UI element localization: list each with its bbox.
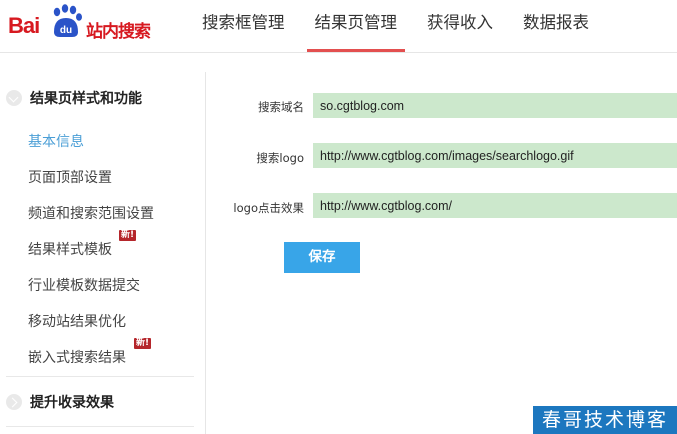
tab-results-page-management[interactable]: 结果页管理 [303, 0, 410, 52]
tab-earn-revenue[interactable]: 获得收入 [415, 0, 505, 52]
search-domain-label: 搜索域名 [258, 100, 304, 114]
sidebar-item-industry-template-data[interactable]: 行业模板数据提交 [28, 275, 140, 295]
new-badge: 新! [134, 338, 152, 349]
search-logo-label: 搜索logo [256, 151, 304, 165]
sidebar-item-embedded-search-results[interactable]: 嵌入式搜索结果 [28, 347, 126, 367]
logo-click-label: logo点击效果 [233, 201, 304, 215]
main-nav: 搜索框管理 结果页管理 获得收入 数据报表 [190, 0, 607, 52]
tab-data-reports[interactable]: 数据报表 [511, 0, 601, 52]
sidebar-divider [6, 426, 194, 427]
chevron-right-icon [6, 394, 22, 410]
sidebar-item-mobile-result-optimization[interactable]: 移动站结果优化 [28, 311, 126, 331]
new-badge: 新! [119, 230, 137, 241]
sidebar-section-label: 提升收录效果 [30, 395, 114, 411]
logo-du-text: du [60, 25, 72, 36]
tab-search-box-management[interactable]: 搜索框管理 [190, 0, 297, 52]
sidebar-divider [6, 376, 194, 377]
baidu-paw-icon: du [53, 4, 82, 37]
logo-product-name: 站内搜索 [86, 22, 151, 42]
search-domain-input[interactable] [313, 93, 677, 118]
sidebar-item-result-style-template[interactable]: 结果样式模板 [28, 239, 112, 259]
chevron-down-icon [6, 90, 22, 106]
logo-bai-text: Bai [8, 13, 40, 38]
sidebar-item-page-top-settings[interactable]: 页面顶部设置 [28, 167, 112, 187]
logo-click-input[interactable] [313, 193, 677, 218]
sidebar: 结果页样式和功能 基本信息 页面顶部设置 频道和搜索范围设置 结果样式模板 新!… [0, 72, 206, 434]
search-logo-input[interactable] [313, 143, 677, 168]
sidebar-section-result-style[interactable]: 结果页样式和功能 [6, 88, 142, 108]
sidebar-item-basic-info[interactable]: 基本信息 [28, 131, 84, 151]
sidebar-item-channel-search-scope[interactable]: 频道和搜索范围设置 [28, 203, 154, 223]
top-header: Bai du 站内搜索 搜索框管理 结果页管理 获得收入 数据报表 [0, 0, 677, 53]
save-button[interactable]: 保存 [284, 242, 360, 273]
watermark: 春哥技术博客 [533, 406, 677, 434]
sidebar-section-improve-indexing[interactable]: 提升收录效果 [6, 392, 114, 412]
sidebar-section-label: 结果页样式和功能 [30, 91, 142, 107]
baidu-logo[interactable]: Bai du 站内搜索 [6, 4, 166, 44]
